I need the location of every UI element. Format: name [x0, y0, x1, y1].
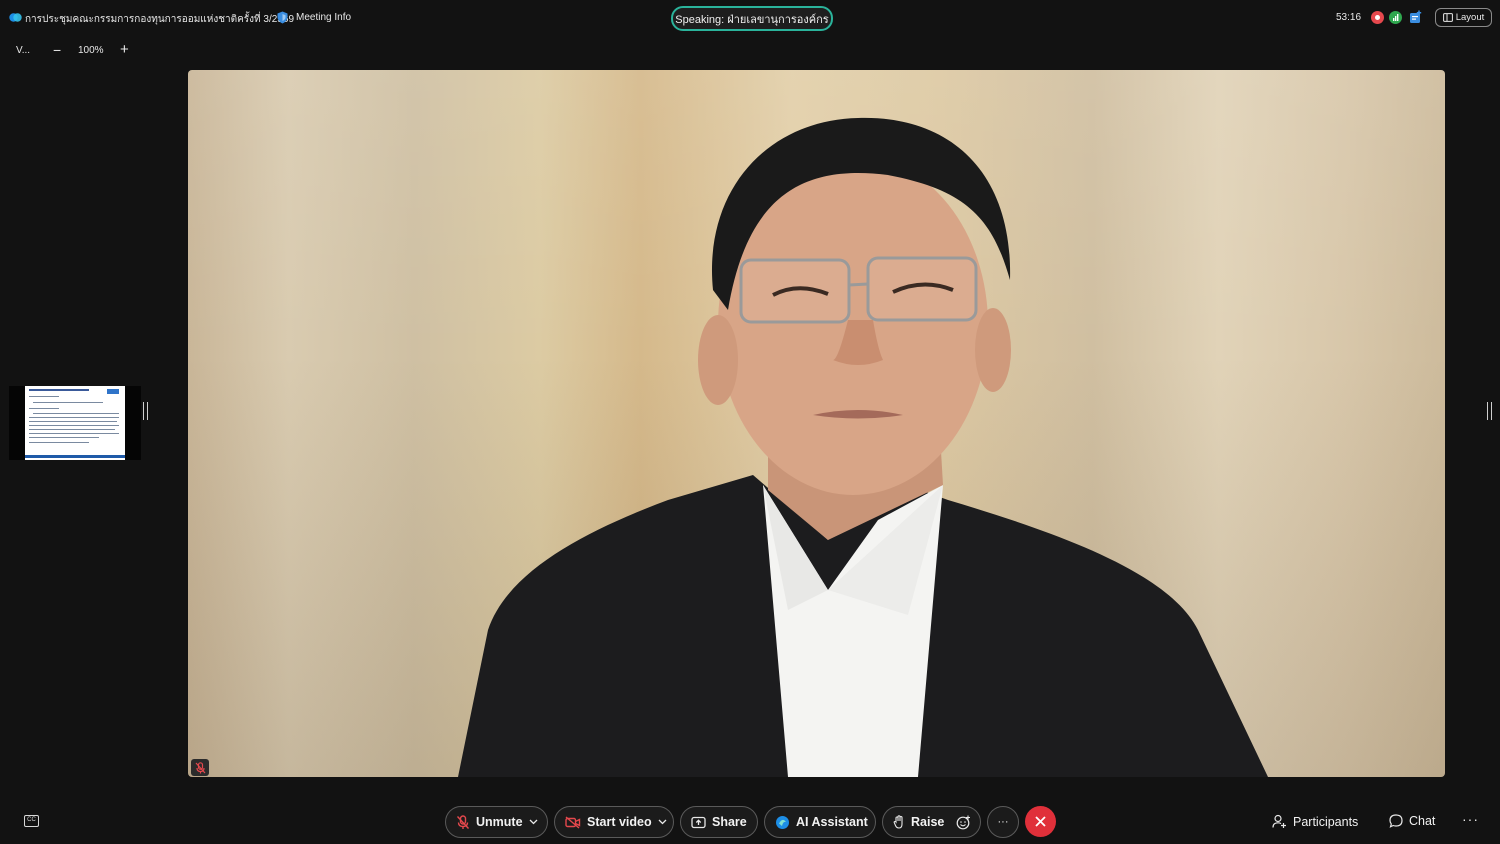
webex-logo-icon	[9, 13, 22, 22]
connection-signal-icon[interactable]	[1389, 11, 1402, 24]
meeting-title: การประชุมคณะกรรมการกองทุนการออมแห่งชาติค…	[25, 14, 295, 25]
start-video-button[interactable]: Start video	[554, 806, 674, 838]
raise-hand-button[interactable]: Raise	[882, 806, 981, 838]
active-speaker-video[interactable]	[188, 70, 1445, 777]
chevron-down-icon[interactable]	[529, 819, 538, 825]
chevron-down-icon[interactable]	[658, 819, 667, 825]
mic-off-icon	[456, 814, 470, 829]
more-icon: ···	[997, 816, 1009, 828]
end-call-icon	[1035, 816, 1046, 827]
speaking-label: Speaking: ฝ่ายเลขานุการองค์กร	[675, 13, 829, 26]
zoom-level: 100%	[78, 45, 104, 56]
closed-captions-button[interactable]: CC	[24, 815, 39, 827]
unmute-button[interactable]: Unmute	[445, 806, 548, 838]
participants-icon	[1272, 814, 1286, 828]
recording-icon[interactable]	[1371, 11, 1384, 24]
view-menu[interactable]: V...	[16, 45, 30, 56]
mic-off-icon	[195, 761, 205, 773]
layout-icon	[1442, 13, 1453, 22]
top-bar: การประชุมคณะกรรมการกองทุนการออมแห่งชาติค…	[0, 0, 1500, 36]
ai-assistant-label: AI Assistant	[796, 815, 868, 829]
left-panel-resize-handle[interactable]	[143, 402, 148, 420]
layout-button[interactable]: Layout	[1435, 8, 1492, 27]
speaker-figure	[458, 117, 1268, 777]
layout-label: Layout	[1455, 12, 1485, 23]
share-button[interactable]: Share	[680, 806, 758, 838]
start-video-label: Start video	[587, 815, 652, 829]
shared-content-thumbnail[interactable]	[9, 386, 141, 460]
video-mute-badge	[191, 759, 209, 776]
ai-assistant-icon	[776, 815, 789, 829]
notes-icon[interactable]	[1409, 10, 1423, 24]
reaction-icon[interactable]	[956, 815, 971, 830]
zoom-out-button[interactable]: −	[53, 42, 61, 58]
closed-captions-icon: CC	[27, 817, 36, 823]
share-label: Share	[712, 815, 747, 829]
chat-button[interactable]: Chat	[1389, 814, 1435, 828]
unmute-label: Unmute	[476, 815, 523, 829]
more-options-button[interactable]: ···	[987, 806, 1019, 838]
ai-assistant-button[interactable]: AI Assistant	[764, 806, 876, 838]
thumbnail-page	[25, 386, 125, 460]
share-icon	[691, 816, 706, 828]
participants-button[interactable]: Participants	[1272, 814, 1358, 829]
zoom-in-button[interactable]: +	[120, 41, 129, 58]
video-off-icon	[565, 815, 581, 829]
meeting-timer: 53:16	[1336, 12, 1362, 23]
shield-icon[interactable]	[277, 11, 288, 24]
chat-icon	[1389, 814, 1403, 828]
raise-label: Raise	[911, 815, 945, 829]
meeting-info-link[interactable]: Meeting Info	[296, 12, 351, 23]
overflow-menu-button[interactable]: ···	[1462, 811, 1479, 827]
speaking-indicator: Speaking: ฝ่ายเลขานุการองค์กร	[671, 6, 833, 31]
participants-label: Participants	[1293, 814, 1359, 829]
chat-label: Chat	[1409, 814, 1436, 828]
right-panel-resize-handle[interactable]	[1487, 402, 1492, 420]
leave-meeting-button[interactable]	[1025, 806, 1056, 837]
raise-hand-icon	[893, 815, 903, 829]
